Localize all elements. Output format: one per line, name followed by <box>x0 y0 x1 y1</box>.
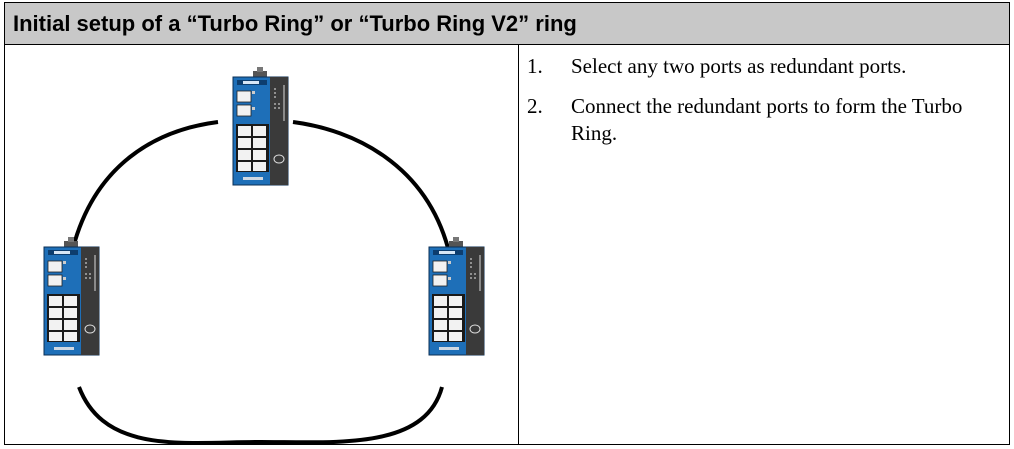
ring-link-top-left <box>71 120 219 249</box>
table-header-title: Initial setup of a “Turbo Ring” or “Turb… <box>5 3 1009 45</box>
ring-link-bottom <box>77 386 444 445</box>
setup-table: Initial setup of a “Turbo Ring” or “Turb… <box>4 2 1010 445</box>
ring-link-top-right <box>292 120 450 249</box>
step-text: Select any two ports as redundant ports. <box>571 54 907 78</box>
switch-top-icon <box>232 66 289 186</box>
turbo-ring-diagram <box>5 45 518 445</box>
switch-right-icon <box>428 236 485 356</box>
ring-diagram-svg <box>43 66 485 445</box>
setup-steps-list: 1. Select any two ports as redundant por… <box>525 53 1005 160</box>
step-number: 2. <box>527 94 543 118</box>
switch-left-icon <box>43 236 100 356</box>
step-text: Connect the redundant ports to form the … <box>571 94 963 145</box>
step-number: 1. <box>527 54 543 78</box>
column-divider <box>518 44 519 444</box>
step-item-1: 1. Select any two ports as redundant por… <box>525 53 1005 80</box>
step-item-2: 2. Connect the redundant ports to form t… <box>525 93 1005 147</box>
